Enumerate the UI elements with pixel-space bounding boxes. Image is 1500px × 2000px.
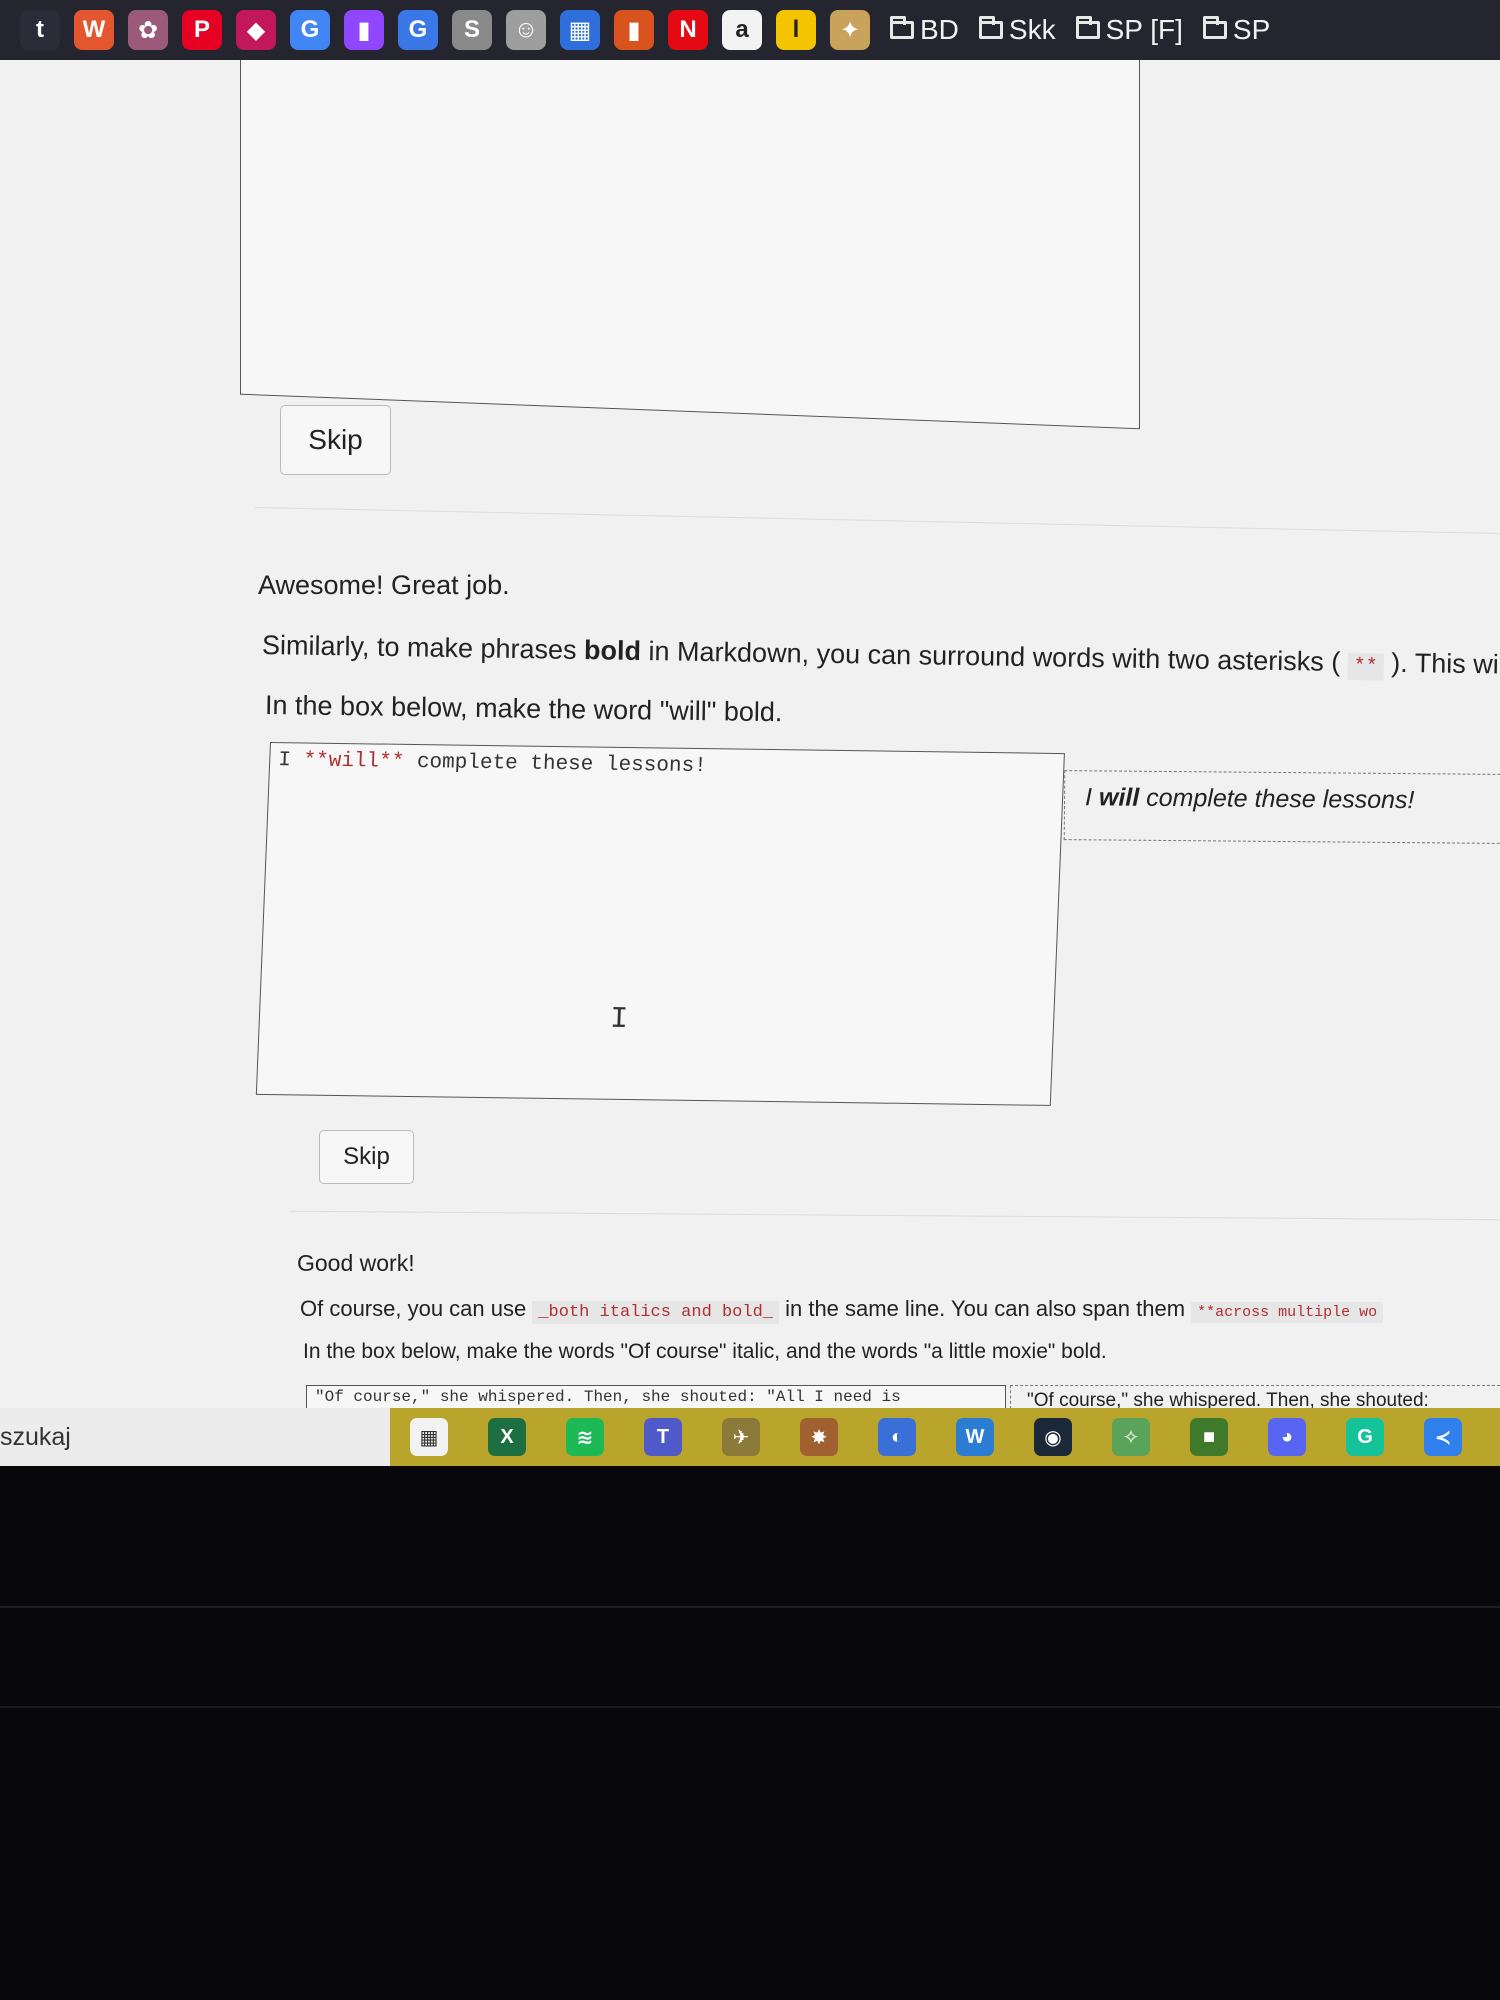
bookmark-folder[interactable]: BD <box>890 14 959 46</box>
of-course-code-2: **across multiple wo <box>1191 1302 1384 1323</box>
folder-icon <box>978 16 1003 39</box>
discord-icon[interactable]: ◕ <box>1268 1418 1306 1456</box>
bird-icon[interactable]: ✈ <box>722 1418 760 1456</box>
game-icon[interactable]: ✸ <box>800 1418 838 1456</box>
instruction-will-bold: In the box below, make the word "will" b… <box>264 690 783 728</box>
bold-intro: Similarly, to make phrases bold in Markd… <box>261 630 1499 681</box>
bold-code: ** <box>1347 653 1384 681</box>
shield-icon[interactable]: ◆ <box>236 10 276 50</box>
excel-icon[interactable]: X <box>488 1418 526 1456</box>
markdown-input-combo[interactable]: "Of course," she whispered. Then, she sh… <box>306 1385 1006 1408</box>
tumblr-icon[interactable]: t <box>20 10 60 50</box>
vscode-icon[interactable]: ≺ <box>1424 1418 1462 1456</box>
amazon-icon[interactable]: a <box>722 10 762 50</box>
app-icon[interactable]: ◐ <box>878 1418 916 1456</box>
text-cursor-icon: I <box>609 1002 629 1038</box>
markdown-preview-combo: "Of course," she whispered. Then, she sh… <box>1010 1385 1500 1408</box>
folder-icon <box>890 16 914 39</box>
l-icon[interactable]: l <box>776 10 816 50</box>
taskbar-search-text: szukaj <box>0 1422 71 1451</box>
bookmark-folder-label: SP [F] <box>1105 14 1183 45</box>
of-course-code: _both italics and bold_ <box>532 1301 779 1324</box>
bookmark-folder[interactable]: SP [F] <box>1075 14 1183 46</box>
preview-before: I <box>1084 783 1100 812</box>
lesson-page: Skip Awesome! Great job. Similarly, to m… <box>0 60 1500 1408</box>
teams-icon[interactable]: T <box>644 1418 682 1456</box>
bookmark-folder[interactable]: SP <box>1202 14 1271 46</box>
skip-button-2[interactable]: Skip <box>319 1130 414 1184</box>
laptop-bezel <box>0 1466 1500 2000</box>
bookmark-folder[interactable]: Skk <box>978 14 1056 46</box>
section-divider <box>255 506 1500 535</box>
steam-icon[interactable]: ◉ <box>1034 1418 1072 1456</box>
store-icon[interactable]: ▦ <box>410 1418 448 1456</box>
pinterest-icon[interactable]: P <box>182 10 222 50</box>
anime-icon[interactable]: ✿ <box>128 10 168 50</box>
bookmark-folder-label: BD <box>920 14 959 45</box>
twitch-icon[interactable]: ▮ <box>344 10 384 50</box>
section-divider-2 <box>290 1210 1500 1221</box>
textarea-prefix: I <box>277 749 304 773</box>
bold-intro-end: ). This wi <box>1383 647 1499 680</box>
textarea-bold-markdown: **will** <box>303 749 405 774</box>
bookmark-folder-label: Skk <box>1008 14 1056 45</box>
folder-icon <box>1075 16 1100 39</box>
preview-bold: will <box>1098 783 1140 812</box>
s-icon[interactable]: S <box>452 10 492 50</box>
spotify-icon[interactable]: ≋ <box>566 1418 604 1456</box>
bold-intro-before: Similarly, to make phrases <box>261 630 585 666</box>
netflix-icon[interactable]: N <box>668 10 708 50</box>
previous-textarea[interactable] <box>240 60 1140 430</box>
awesome-text: Awesome! Great job. <box>258 570 510 600</box>
bold-intro-after: in Markdown, you can surround words with… <box>640 635 1348 678</box>
taskbar: szukaj ▦ X ≋ T ✈ ✸ ◐ W ◉ ✧ ■ ◕ G ≺ <box>0 1408 1500 1466</box>
google-icon[interactable]: G <box>290 10 330 50</box>
leaf-icon[interactable]: ✧ <box>1112 1418 1150 1456</box>
bookmarks-bar: t W ✿ P ◆ G ▮ G S ☺ ▦ ▮ Na l ✦ BD Skk SP [F] SP <box>0 0 1500 60</box>
folder-icon <box>1202 16 1227 39</box>
clock-icon[interactable]: ☺ <box>506 10 546 50</box>
taskbar-search[interactable]: szukaj <box>0 1408 390 1466</box>
markdown-input-bold[interactable]: I **will** complete these lessons! I <box>255 742 1065 1106</box>
calendar-icon[interactable]: ▦ <box>560 10 600 50</box>
fox-icon[interactable]: ✦ <box>830 10 870 50</box>
textarea-suffix: complete these lessons! <box>403 750 708 779</box>
jar-icon[interactable]: ▮ <box>614 10 654 50</box>
w-icon[interactable]: W <box>74 10 114 50</box>
bezel-line <box>0 1706 1500 1708</box>
instruction-italic-bold: In the box below, make the words "Of cou… <box>303 1340 1107 1363</box>
bold-word: bold <box>583 635 642 666</box>
translate-icon[interactable]: G <box>398 10 438 50</box>
of-course-intro: Of course, you can use _both italics and… <box>300 1296 1384 1324</box>
preview-after: complete these lessons! <box>1139 783 1415 815</box>
taskbar-icons: ▦ X ≋ T ✈ ✸ ◐ W ◉ ✧ ■ ◕ G ≺ <box>370 1418 1462 1456</box>
grammarly-icon[interactable]: G <box>1346 1418 1384 1456</box>
markdown-preview-bold: I will complete these lessons! <box>1063 770 1500 844</box>
of-course-before: Of course, you can use <box>300 1296 533 1321</box>
word-icon[interactable]: W <box>956 1418 994 1456</box>
minecraft-icon[interactable]: ■ <box>1190 1418 1228 1456</box>
skip-button[interactable]: Skip <box>280 405 391 475</box>
bezel-line <box>0 1606 1500 1608</box>
good-work-text: Good work! <box>297 1250 415 1276</box>
of-course-middle: in the same line. You can also span them <box>778 1296 1192 1321</box>
bookmark-folder-label: SP <box>1232 14 1271 45</box>
